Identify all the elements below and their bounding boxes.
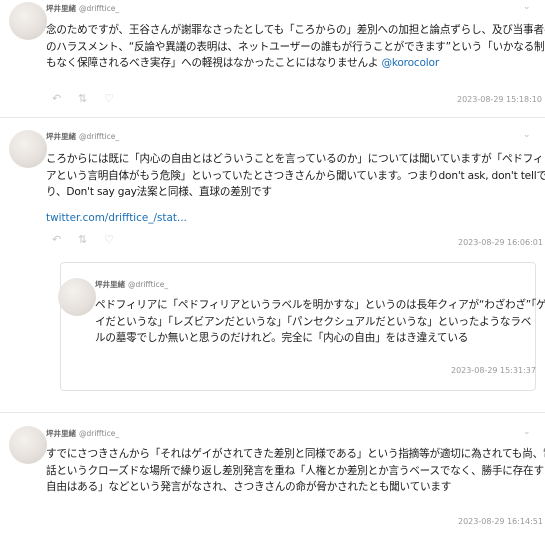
tweet-line: ルの墓零でしか無いと思うのだけれど。完全に「内心の自由」をはき違えている xyxy=(95,332,469,344)
tweet-text: 念のためですが、王谷さんが謝罪なさったとしても「ころからの」差別への加担と論点ず… xyxy=(46,22,545,72)
tweet-link[interactable]: twitter.com/drifftice_/stat... xyxy=(46,212,187,224)
tweet-line: イだというな」「レズビアンだというな」「パンセクシュアルだというな」といったよう… xyxy=(95,315,532,328)
timestamp[interactable]: 2023-08-29 15:18:10 xyxy=(457,95,542,104)
author-name: 坪井里緒 xyxy=(46,429,76,438)
retweet-icon[interactable]: ⇅ xyxy=(78,233,104,246)
author[interactable]: 坪井里緒 @drifftice_ xyxy=(46,131,119,142)
author[interactable]: 坪井里緒 @drifftice_ xyxy=(46,3,119,14)
tweet-text: ころからには既に「内心の自由とはどういうことを言っているのか」については聞いてい… xyxy=(46,151,545,201)
timestamp[interactable]: 2023-08-29 16:06:01 xyxy=(458,238,543,247)
tweet-line: もなく保障されるべき実存」への軽視はなかったことにはなりませんよ @koroco… xyxy=(46,55,545,72)
author-handle: @drifftice_ xyxy=(79,132,120,141)
author-handle: @drifftice_ xyxy=(79,4,120,13)
reply-icon[interactable]: ↶ xyxy=(52,92,78,105)
heart-icon[interactable]: ♡ xyxy=(104,92,130,105)
author[interactable]: 坪井里緒 @drifftice_ xyxy=(95,279,168,290)
tweet-line: すでにさつきさんから「それはゲイがされてきた差別と同様である」という指摘等が適切… xyxy=(46,448,545,460)
tweet-line: 念のためですが、王谷さんが謝罪なさったとしても「ころからの」差別への加担と論点ず… xyxy=(46,24,545,36)
tweet-line: アという言明自体がもう危険」といっていたとさつきさんから聞いています。つまりdo… xyxy=(46,169,545,182)
author-handle: @drifftice_ xyxy=(128,280,169,289)
timestamp[interactable]: 2023-08-29 16:14:51 xyxy=(458,517,543,526)
tweet-text: すでにさつきさんから「それはゲイがされてきた差別と同様である」という指摘等が適切… xyxy=(46,446,545,496)
tweet-line: ころからには既に「内心の自由とはどういうことを言っているのか」については聞いてい… xyxy=(46,153,545,165)
chevron-down-icon[interactable]: ⌄ xyxy=(523,427,531,437)
tweet-actions: ↶ ⇅ ♡ xyxy=(52,92,130,105)
tweet-line-text: もなく保障されるべき実存」への軽視はなかったことにはなりませんよ xyxy=(46,57,379,69)
reply-icon[interactable]: ↶ xyxy=(52,233,78,246)
divider xyxy=(0,117,545,118)
tweet-line: のハラスメント、“反論や異議の表明は、ネットユーザーの誰もが行うことができます”… xyxy=(46,40,545,53)
mention-link[interactable]: @korocolor xyxy=(381,57,439,69)
tweet-line: り、Don't say gay法案と同様、直球の差別です xyxy=(46,186,272,198)
avatar[interactable] xyxy=(9,426,47,464)
author-name: 坪井里緒 xyxy=(46,4,76,13)
retweet-icon[interactable]: ⇅ xyxy=(78,92,104,105)
author-handle: @drifftice_ xyxy=(79,429,120,438)
tweet-line: ペドフィリアに「ペドフィリアというラベルを明かすな」というのは長年クィアが“わざ… xyxy=(95,299,545,311)
divider xyxy=(0,412,545,413)
tweet-text: ペドフィリアに「ペドフィリアというラベルを明かすな」というのは長年クィアが“わざ… xyxy=(95,297,545,347)
avatar[interactable] xyxy=(9,130,47,168)
author-name: 坪井里緒 xyxy=(46,132,76,141)
author[interactable]: 坪井里緒 @drifftice_ xyxy=(46,428,119,439)
tweet-line: 話というクローズドな場所で繰り返し差別発言を重ね「人権とか差別とか言うベースでな… xyxy=(46,464,545,477)
tweet-line: 自由はある」などという発言がなされ、さつきさんの命が脅かされたとも聞いています xyxy=(46,481,452,493)
avatar[interactable] xyxy=(58,278,96,316)
chevron-down-icon[interactable]: ⌄ xyxy=(523,2,531,12)
heart-icon[interactable]: ♡ xyxy=(104,233,130,246)
author-name: 坪井里緒 xyxy=(95,280,125,289)
tweet-actions: ↶ ⇅ ♡ xyxy=(52,233,130,246)
avatar[interactable] xyxy=(9,2,47,40)
timestamp[interactable]: 2023-08-29 15:31:37 xyxy=(451,366,536,375)
chevron-down-icon[interactable]: ⌄ xyxy=(523,130,531,140)
